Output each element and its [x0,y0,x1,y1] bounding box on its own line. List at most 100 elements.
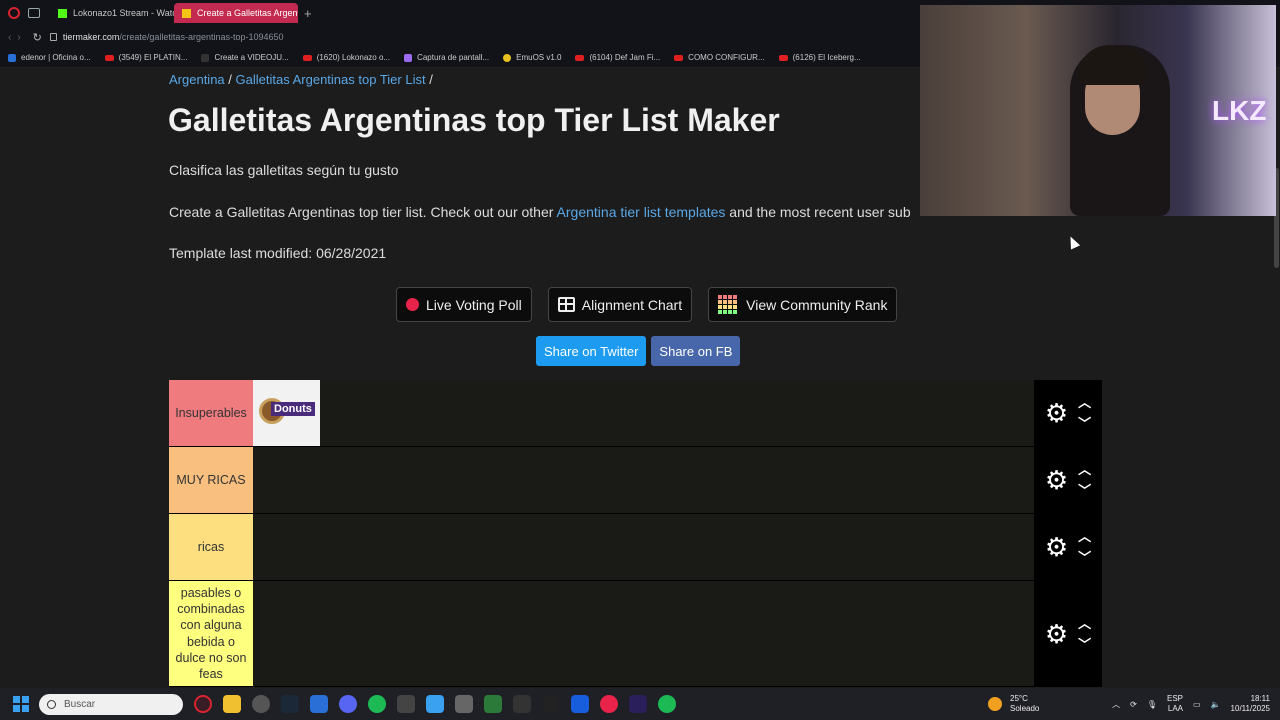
reload-icon[interactable]: ↻ [33,31,42,44]
car-icon[interactable] [513,695,531,713]
bookmark-videoju[interactable]: Create a VIDEOJU... [201,53,289,62]
tier-row: Insuperables Donuts ⚙ ︿ ﹀ [169,380,1102,447]
bookmark-edenor[interactable]: edenor | Oficina o... [8,53,91,62]
alignment-chart-button[interactable]: Alignment Chart [547,287,693,322]
logitech-icon[interactable] [542,695,560,713]
after-effects-icon[interactable] [629,695,647,713]
bookmark-label: edenor | Oficina o... [21,53,91,62]
steam-icon[interactable] [281,695,299,713]
share-buttons: Share on Twitter Share on FB [536,336,741,366]
bookmark-label: Captura de pantall... [417,53,490,62]
chevron-up-icon[interactable]: ︿ [1078,617,1091,630]
community-rank-button[interactable]: View Community Rank [708,287,898,322]
tiermaker-icon [201,53,210,62]
network-icon[interactable]: ▭ [1193,700,1201,709]
shield-icon[interactable] [310,695,328,713]
obs-icon[interactable] [397,695,415,713]
tier-label[interactable]: MUY RICAS [169,447,253,513]
tier-grid-icon [718,294,738,315]
new-tab-icon[interactable]: + [304,6,312,21]
xbox-icon[interactable] [484,695,502,713]
bookmark-emuos[interactable]: EmuOS v1.0 [503,53,561,62]
notes-icon[interactable] [426,695,444,713]
chevron-up-icon[interactable]: ︿ [1078,530,1091,543]
chevron-down-icon[interactable]: ﹀ [1078,551,1091,564]
game-icon[interactable] [455,695,473,713]
gear-icon[interactable]: ⚙ [1045,621,1068,647]
bookmark-defjam[interactable]: (6104) Def Jam Fi... [575,53,660,62]
sync-icon[interactable]: ⟳ [1130,700,1137,709]
tier-label[interactable]: Insuperables [169,380,253,446]
live-voting-poll-button[interactable]: Live Voting Poll [396,287,532,322]
chevron-down-icon[interactable]: ﹀ [1078,638,1091,651]
action-buttons: Live Voting Poll Alignment Chart View Co… [396,287,898,322]
windows-start-icon[interactable] [13,696,29,712]
page-title: Galletitas Argentinas top Tier List Make… [168,102,780,138]
folder-icon[interactable] [223,695,241,713]
bitwarden-icon[interactable] [571,695,589,713]
url-field[interactable]: tiermaker.com/create/galletitas-argentin… [63,32,284,42]
tab-create-galletitas[interactable]: Create a Galletitas Argent [174,3,298,23]
record-app-icon[interactable] [600,695,618,713]
url-path: /create/galletitas-argentinas-top-109465… [119,32,284,42]
search-placeholder: Buscar [64,698,96,710]
gear-icon[interactable]: ⚙ [1045,467,1068,493]
weather-temp: 25°C [1010,694,1028,703]
share-twitter-button[interactable]: Share on Twitter [536,336,647,366]
tier-list: Insuperables Donuts ⚙ ︿ ﹀ MUY RICAS ⚙ ︿ … [169,380,1102,687]
lang-code: ESP [1167,694,1184,703]
desc-text: and the most recent user sub [725,204,911,220]
neon-sign: LKZ [1212,95,1267,126]
bookmark-lokonazo[interactable]: (1620) Lokonazo o... [302,53,390,62]
spotify-icon[interactable] [658,695,676,713]
breadcrumb-tier-list[interactable]: Galletitas Argentinas top Tier List [236,72,426,87]
sun-icon [988,696,1002,711]
search-icon [47,699,56,709]
youtube-icon [575,54,585,61]
volume-icon[interactable]: 🔈 [1211,700,1221,709]
share-facebook-button[interactable]: Share on FB [651,336,741,366]
mic-icon[interactable]: 🎙 [1147,700,1157,709]
chevron-down-icon[interactable]: ﹀ [1078,484,1091,497]
opera-logo-icon[interactable] [8,7,20,19]
spotify-icon[interactable] [368,695,386,713]
workspace-icon[interactable] [28,8,40,18]
bookmark-iceberg[interactable]: (6126) El Iceberg... [778,53,861,62]
bookmark-platin[interactable]: (3549) El PLATIN... [104,53,187,62]
tier-controls: ⚙ ︿ ﹀ [1034,447,1102,513]
breadcrumb-argentina[interactable]: Argentina [169,72,225,87]
chevron-up-icon[interactable]: ︿ [1078,396,1091,409]
breadcrumb: Argentina / Galletitas Argentinas top Ti… [169,72,433,87]
tier-label[interactable]: ricas [169,514,253,580]
gear-icon[interactable]: ⚙ [1045,534,1068,560]
chrome-icon[interactable] [252,695,270,713]
bookmark-captura[interactable]: Captura de pantall... [404,53,489,62]
move-arrows: ︿ ﹀ [1078,396,1091,430]
tier-items[interactable]: Donuts [253,380,1034,446]
discord-icon[interactable] [339,695,357,713]
chevron-down-icon[interactable]: ﹀ [1078,417,1091,430]
tier-label[interactable]: pasables o combinadas con alguna bebida … [169,581,253,686]
chevron-up-icon[interactable]: ︿ [1078,463,1091,476]
youtube-icon [674,54,684,61]
tray-chevron-icon[interactable]: ︿ [1112,699,1120,710]
tier-items[interactable] [253,581,1034,686]
move-arrows: ︿ ﹀ [1078,617,1091,651]
opera-taskbar-icon[interactable] [194,695,212,713]
tab-label: Create a Galletitas Argent [197,8,298,18]
language-indicator[interactable]: ESP LAA [1167,694,1183,715]
tiermaker-icon [182,8,191,18]
gear-icon[interactable]: ⚙ [1045,400,1068,426]
weather-desc: Soleado [1010,703,1040,713]
back-forward-icon[interactable]: ‹› [8,32,27,43]
weather-widget[interactable]: 25°C Soleado [988,694,1039,713]
taskbar-search[interactable]: Buscar [39,693,183,715]
tier-item-donuts[interactable]: Donuts [253,380,320,446]
tab-lokonazo-stream[interactable]: Lokonazo1 Stream - Watc [50,3,174,23]
tier-items[interactable] [253,447,1034,513]
tier-items[interactable] [253,514,1034,580]
argentina-templates-link[interactable]: Argentina tier list templates [557,204,726,220]
bookmark-configur[interactable]: COMO CONFIGUR... [674,53,765,62]
taskbar-clock[interactable]: 18:11 10/11/2025 [1231,694,1270,715]
tier-controls: ⚙ ︿ ﹀ [1034,581,1102,686]
